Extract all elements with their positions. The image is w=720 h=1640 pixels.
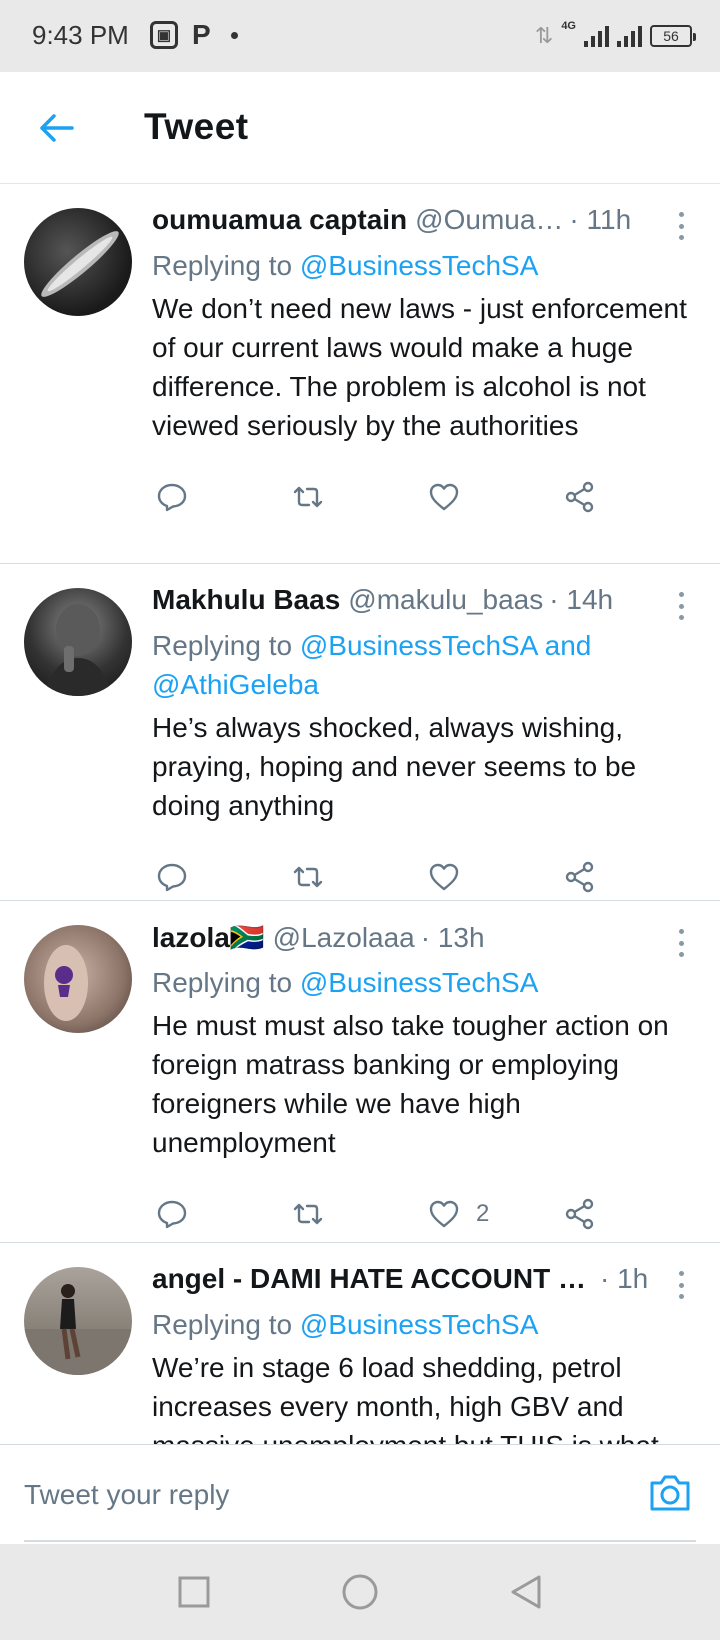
like-count: 2 (476, 1200, 490, 1227)
mention-link[interactable]: @BusinessTechSA (300, 967, 539, 998)
retweet-button[interactable] (292, 861, 428, 893)
avatar[interactable] (24, 208, 132, 316)
app-header: Tweet (0, 72, 720, 184)
user-handle: @Lazolaaa (272, 922, 415, 953)
tweet[interactable]: Makhulu Baas @makulu_baas · 14h Replying… (0, 564, 720, 901)
more-options-button[interactable] (676, 592, 686, 620)
more-options-button[interactable] (676, 929, 686, 957)
avatar[interactable] (24, 588, 132, 696)
reply-button[interactable] (156, 1198, 292, 1230)
home-button[interactable] (338, 1570, 382, 1614)
reply-button[interactable] (156, 861, 292, 893)
like-icon (429, 483, 459, 511)
status-time: 9:43 PM (32, 20, 129, 50)
app-notification-icon: ▣ (150, 21, 178, 49)
reply-underline (24, 1540, 696, 1542)
display-name[interactable]: oumuamua captain (152, 204, 407, 236)
data-transfer-icon: ⇅ (534, 23, 554, 48)
tweet-text: He’s always shocked, always wishing, pra… (152, 712, 637, 821)
system-back-button[interactable] (504, 1570, 548, 1614)
like-button[interactable] (428, 861, 564, 893)
like-button[interactable] (428, 481, 564, 513)
share-icon (565, 1198, 594, 1230)
tweet-time: · 14h (549, 584, 614, 615)
back-arrow-icon (40, 114, 74, 142)
replying-label: Replying to (152, 250, 300, 281)
retweet-icon (293, 866, 323, 888)
mention-link[interactable]: @BusinessTechSA (300, 1309, 539, 1340)
tweet[interactable]: lazola🇿🇦 @Lazolaaa · 13h Replying to @Bu… (0, 901, 720, 1243)
status-bar: 9:43 PM ▣ P ⇅ 4G 56 (0, 0, 720, 72)
like-icon (429, 1200, 459, 1228)
system-nav-bar (0, 1544, 720, 1640)
back-button[interactable] (34, 106, 78, 150)
reply-icon (157, 483, 187, 512)
reply-input[interactable] (24, 1473, 584, 1517)
status-right-icons: ⇅ 4G 56 (534, 20, 696, 52)
page-title: Tweet (144, 106, 249, 147)
camera-button[interactable] (648, 1473, 692, 1513)
recents-button[interactable] (172, 1570, 216, 1614)
signal-2-icon (617, 25, 642, 47)
recents-icon (178, 1576, 210, 1608)
network-type: 4G (561, 20, 576, 32)
home-icon (342, 1574, 378, 1610)
retweet-button[interactable] (292, 1198, 428, 1230)
display-name[interactable]: angel - DAMI HATE ACCOUNT … (152, 1263, 586, 1295)
status-notification-icons: ▣ P (150, 20, 238, 50)
tweet-text: We’re in stage 6 load shedding, petrol i… (152, 1352, 659, 1444)
p-notification-icon: P (192, 19, 211, 50)
share-icon (565, 861, 594, 893)
tweet-time: · 11h (569, 204, 632, 235)
retweet-icon (293, 486, 323, 508)
share-button[interactable] (564, 861, 700, 893)
tweet[interactable]: oumuamua captain @Oumua… · 11h Replying … (0, 184, 720, 564)
tweet-text: We don’t need new laws - just enforcemen… (152, 293, 687, 441)
reply-composer (0, 1444, 720, 1544)
share-button[interactable] (564, 1198, 700, 1230)
tweet[interactable]: angel - DAMI HATE ACCOUNT … · 1h Replyin… (0, 1243, 720, 1444)
user-handle: @Oumua… (415, 204, 564, 235)
replying-to: Replying to @BusinessTechSA and @AthiGel… (152, 626, 700, 704)
display-name[interactable]: Makhulu Baas (152, 584, 340, 616)
tweet-time: · 13h (420, 922, 485, 953)
replying-label: Replying to (152, 1309, 300, 1340)
like-button[interactable]: 2 (428, 1198, 564, 1230)
tweet-actions: 2 (152, 1178, 700, 1250)
more-options-button[interactable] (676, 1271, 686, 1299)
tweet-text: He must must also take tougher action on… (152, 1010, 669, 1158)
display-name[interactable]: lazola🇿🇦 (152, 921, 265, 954)
avatar[interactable] (24, 1267, 132, 1375)
user-handle: @makulu_baas (348, 584, 544, 615)
share-icon (565, 481, 594, 513)
tweet-actions (152, 461, 700, 533)
signal-icon (584, 25, 609, 47)
reply-feed[interactable]: oumuamua captain @Oumua… · 11h Replying … (0, 184, 720, 1444)
battery-icon: 56 (650, 25, 696, 47)
more-options-button[interactable] (676, 212, 686, 240)
mention-link[interactable]: @BusinessTechSA (300, 250, 539, 281)
more-notifications-icon (230, 31, 238, 39)
retweet-icon (293, 1203, 323, 1225)
like-icon (429, 863, 459, 891)
replying-to: Replying to @BusinessTechSA (152, 1305, 700, 1344)
camera-icon (650, 1475, 690, 1511)
back-icon (511, 1575, 541, 1609)
avatar[interactable] (24, 925, 132, 1033)
reply-button[interactable] (156, 481, 292, 513)
share-button[interactable] (564, 481, 700, 513)
replying-label: Replying to (152, 967, 300, 998)
tweet-time: · 1h (600, 1263, 649, 1294)
battery-level: 56 (663, 28, 679, 44)
retweet-button[interactable] (292, 481, 428, 513)
replying-to: Replying to @BusinessTechSA (152, 963, 700, 1002)
reply-icon (157, 1200, 187, 1229)
reply-icon (157, 863, 187, 892)
replying-label: Replying to (152, 630, 300, 661)
replying-to: Replying to @BusinessTechSA (152, 246, 700, 285)
